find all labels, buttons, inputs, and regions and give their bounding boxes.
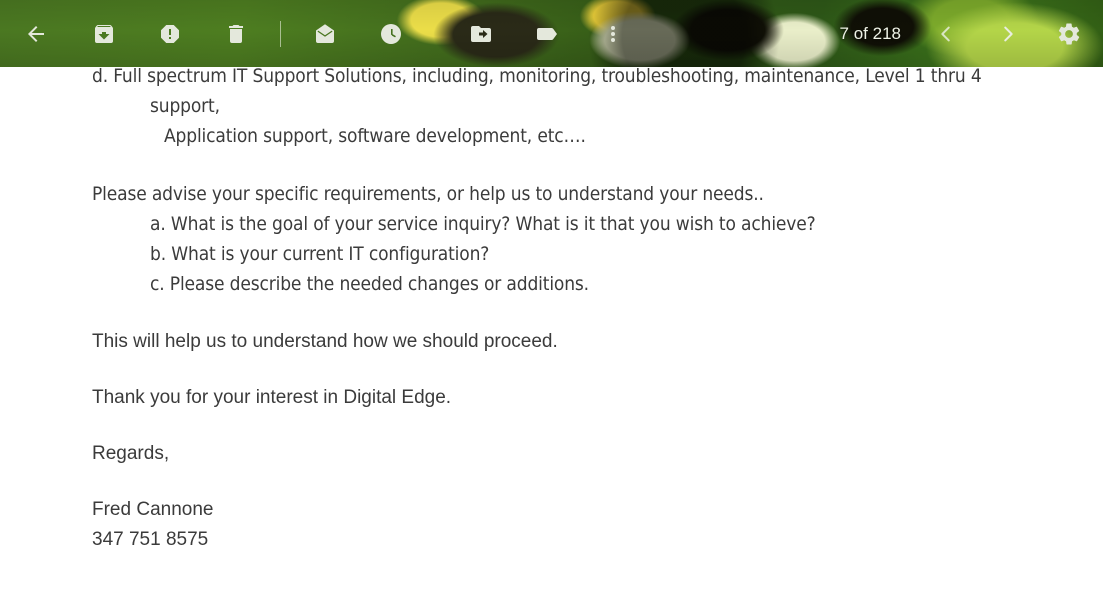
message-line-bullet-d-continued: support, (150, 95, 220, 117)
email-reading-pane: d. Full spectrum IT Support Solutions, i… (0, 0, 1103, 593)
mark-unread-button[interactable] (305, 14, 345, 54)
toolbar-content: 7 of 218 (0, 0, 1103, 67)
arrow-left-icon (24, 22, 48, 46)
message-line-thank-you: Thank you for your interest in Digital E… (92, 387, 452, 408)
gear-icon (1056, 21, 1082, 47)
report-spam-icon (158, 22, 182, 46)
message-line-item-b: b. What is your current IT configuration… (150, 243, 490, 265)
more-options-button[interactable] (593, 14, 633, 54)
move-to-button[interactable] (461, 14, 501, 54)
back-to-inbox-button[interactable] (16, 14, 56, 54)
trash-icon (224, 22, 248, 46)
message-counter: 7 of 218 (839, 23, 901, 43)
previous-message-button[interactable] (925, 14, 967, 54)
archive-button[interactable] (84, 14, 124, 54)
label-tag-icon (535, 22, 559, 46)
message-line-item-a: a. What is the goal of your service inqu… (150, 213, 816, 235)
delete-button[interactable] (216, 14, 256, 54)
signature-sender-name: Fred Cannone (92, 499, 214, 520)
message-line-please-advise: Please advise your specific requirements… (92, 183, 764, 205)
labels-button[interactable] (527, 14, 567, 54)
next-message-button[interactable] (987, 14, 1029, 54)
message-line-item-c: c. Please describe the needed changes or… (150, 273, 589, 295)
archive-icon (92, 22, 116, 46)
move-to-folder-icon (469, 22, 493, 46)
message-body: d. Full spectrum IT Support Solutions, i… (92, 61, 1087, 555)
toolbar-divider (280, 20, 281, 47)
message-line-this-will-help: This will help us to understand how we s… (92, 331, 558, 352)
signature-phone-number: 347 751 8575 (92, 529, 209, 550)
more-vertical-icon (601, 22, 625, 46)
chevron-right-icon (997, 23, 1019, 45)
report-spam-button[interactable] (150, 14, 190, 54)
message-line-application-support: Application support, software developmen… (164, 125, 586, 147)
settings-button[interactable] (1049, 14, 1089, 54)
snooze-button[interactable] (371, 14, 411, 54)
message-toolbar: 7 of 218 (0, 0, 1103, 67)
chevron-left-icon (935, 23, 957, 45)
mail-open-icon (313, 22, 337, 46)
message-line-regards: Regards, (92, 443, 170, 464)
clock-icon (379, 22, 403, 46)
